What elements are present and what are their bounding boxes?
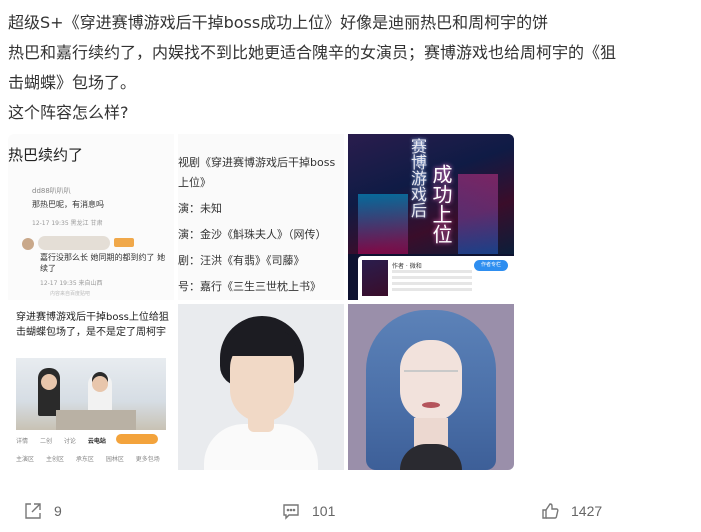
app-tabs: 详情 二创 讨论 云电站 xyxy=(16,436,116,445)
post-line: 击蝴蝶》包场了。 xyxy=(8,73,137,92)
book-info-card: 作者 · 微和 作者专栏 xyxy=(358,256,514,300)
cover-title-a: 赛博游戏后 xyxy=(408,138,427,218)
forum-user: dd88叭叭叭 xyxy=(32,187,71,195)
app-subtab: 主演区 xyxy=(16,456,35,463)
level-badge xyxy=(114,238,134,247)
like-count: 1427 xyxy=(571,503,603,519)
post-line: 这个阵容怎么样? xyxy=(8,103,129,122)
app-subtab: 主创区 xyxy=(45,456,64,463)
portrait-lips xyxy=(422,402,440,408)
person-figure xyxy=(38,368,60,416)
blurred-username xyxy=(38,236,110,250)
drama-still xyxy=(16,358,166,430)
portrait-fringe xyxy=(226,330,296,356)
app-tab: 讨论 xyxy=(63,438,76,445)
share-count: 9 xyxy=(54,503,62,519)
portrait-neck xyxy=(248,418,274,432)
casting-line: 剧：汪洪《有翡》《司藤》 xyxy=(178,254,305,267)
neon-light xyxy=(358,194,408,254)
orange-pill-button xyxy=(116,434,158,444)
thumbs-up-icon xyxy=(542,503,559,519)
forum-reply: 嘉行没那么长 她同期的都到约了 她续了 xyxy=(40,253,166,273)
cover-title-b: 成功上位 xyxy=(429,164,453,244)
forum-message: 那热巴呢，有消息吗 xyxy=(32,200,104,209)
book-author: 作者 · 微和 xyxy=(392,263,422,270)
casting-line: 演：未知 xyxy=(178,202,222,215)
comment-button[interactable]: 101 xyxy=(282,500,335,522)
forum-footer: 内容来自百度贴吧 xyxy=(50,291,91,297)
casting-line: 号：嘉行《三生三世枕上书》 xyxy=(178,280,321,293)
app-subtab: 园林区 xyxy=(105,456,124,463)
action-bar: 9 101 1427 xyxy=(0,490,701,532)
comment-icon xyxy=(283,504,299,520)
post-line: 热巴和嘉行续约了，内娱找不到比她更适合隗辛的女演员；赛博游戏也给周柯宇的《狙 xyxy=(8,43,617,62)
casting-line: 演：金沙《斛珠夫人》（网传） xyxy=(178,228,327,241)
portrait-face xyxy=(400,340,462,422)
post-text: 超级S+《穿进赛博游戏后干掉boss成功上位》好像是迪丽热巴和周柯宇的饼 热巴和… xyxy=(8,8,688,128)
app-post-title: 穿进赛博游戏后干掉boss上位给狙击蝴蝶包场了，是不是定了周柯宇 xyxy=(16,312,169,338)
image-casting-list[interactable]: 视剧《穿进赛博游戏后干掉boss 上位》 演：未知 演：金沙《斛珠夫人》（网传）… xyxy=(178,134,344,300)
image-app-screenshot[interactable]: 穿进赛博游戏后干掉boss上位给狙击蝴蝶包场了，是不是定了周柯宇 详情 二创 讨… xyxy=(8,304,174,470)
image-book-cover[interactable]: 赛博游戏后 成功上位 作者 · 微和 作者专栏 xyxy=(348,134,514,300)
share-button[interactable]: 9 xyxy=(24,500,62,522)
comment-count: 101 xyxy=(312,503,336,519)
post-line: 超级S+《穿进赛博游戏后干掉boss成功上位》好像是迪丽热巴和周柯宇的饼 xyxy=(8,13,549,32)
portrait-glasses xyxy=(404,370,458,380)
share-icon xyxy=(25,503,41,519)
avatar xyxy=(22,238,34,250)
book-thumbnail xyxy=(362,260,388,296)
app-subtab: 承东区 xyxy=(75,456,94,463)
neon-light xyxy=(458,174,498,254)
author-column-button: 作者专栏 xyxy=(474,260,508,271)
forum-title: 热巴续约了 xyxy=(8,146,84,164)
casting-lines: 视剧《穿进赛博游戏后干掉boss 上位》 演：未知 演：金沙《斛珠夫人》（网传）… xyxy=(178,150,335,300)
image-grid: 热巴续约了 dd88叭叭叭 那热巴呢，有消息吗 12-17 19:35 黑龙江 … xyxy=(8,134,515,470)
forum-meta: 12-17 19:35 黑龙江 甘肃 xyxy=(32,220,103,227)
app-tab: 详情 xyxy=(16,438,29,445)
image-female-portrait[interactable] xyxy=(348,304,514,470)
desk xyxy=(56,410,136,430)
image-male-portrait[interactable] xyxy=(178,304,344,470)
app-subtabs: 主演区 主创区 承东区 园林区 更多包场 xyxy=(16,454,170,463)
like-button[interactable]: 1427 xyxy=(541,500,602,522)
app-tab-active: 云电站 xyxy=(87,438,106,445)
app-tab: 二创 xyxy=(39,438,52,445)
app-subtab: 更多包场 xyxy=(135,456,160,463)
image-forum-screenshot[interactable]: 热巴续约了 dd88叭叭叭 那热巴呢，有消息吗 12-17 19:35 黑龙江 … xyxy=(8,134,174,300)
book-description xyxy=(392,270,472,273)
forum-reply-meta: 12-17 19:35 来自山西 xyxy=(40,280,103,287)
